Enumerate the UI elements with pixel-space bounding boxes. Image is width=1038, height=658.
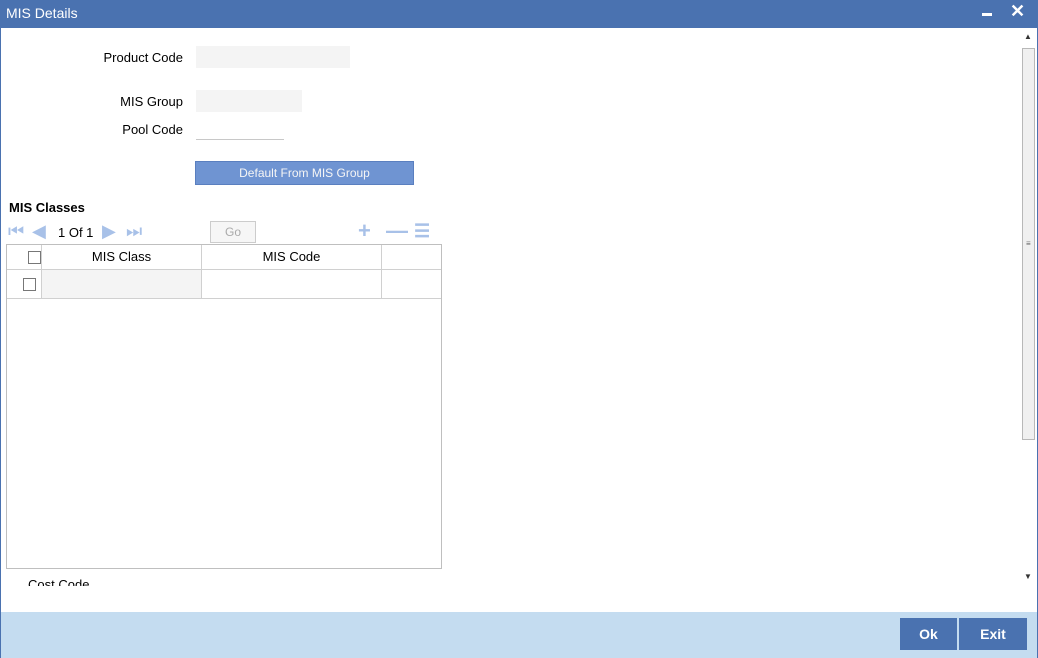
table-header: MIS Class MIS Code	[7, 245, 441, 270]
scrollbar-grip-icon: ≡	[1026, 239, 1031, 248]
mis-class-cell[interactable]	[42, 270, 202, 298]
row-select-cell	[7, 270, 42, 298]
mis-classes-table: MIS Class MIS Code	[6, 244, 442, 569]
go-button[interactable]: Go	[210, 221, 256, 243]
window-title: MIS Details	[6, 5, 78, 21]
select-all-cell	[7, 245, 42, 269]
column-header-mis-class[interactable]: MIS Class	[42, 245, 202, 269]
mis-classes-pager: ⏮ ◀ 1 Of 1 ▶ ⏭ Go + — ☰	[6, 219, 442, 246]
last-page-icon[interactable]: ⏭	[126, 222, 142, 240]
vertical-scrollbar[interactable]: ▲ ≡ ▼	[1020, 30, 1036, 584]
pool-code-field[interactable]	[196, 118, 284, 140]
previous-page-icon[interactable]: ◀	[32, 222, 46, 240]
default-from-mis-group-button[interactable]: Default From MIS Group	[195, 161, 414, 185]
minimize-icon[interactable]	[982, 13, 992, 16]
column-header-extra	[382, 245, 441, 269]
row-checkbox[interactable]	[23, 278, 36, 291]
single-view-icon[interactable]: ☰	[414, 219, 430, 243]
scroll-up-icon[interactable]: ▲	[1024, 32, 1032, 41]
delete-row-icon[interactable]: —	[386, 219, 408, 243]
exit-button[interactable]: Exit	[959, 618, 1027, 650]
close-icon[interactable]: ✕	[1010, 1, 1025, 22]
column-header-mis-code[interactable]: MIS Code	[202, 245, 382, 269]
mis-group-label: MIS Group	[120, 94, 183, 109]
add-row-icon[interactable]: +	[358, 219, 371, 243]
page-indicator: 1 Of 1	[58, 225, 94, 240]
mis-classes-title: MIS Classes	[9, 200, 85, 215]
ok-button[interactable]: Ok	[900, 618, 957, 650]
first-page-icon[interactable]: ⏮	[8, 222, 24, 240]
page-number-input[interactable]	[164, 221, 208, 246]
table-row	[7, 270, 441, 299]
cost-code-label: Cost Code	[28, 577, 90, 586]
title-bar: MIS Details ✕	[0, 0, 1038, 28]
next-page-icon[interactable]: ▶	[102, 222, 116, 240]
extra-cell	[382, 270, 441, 298]
mis-code-cell[interactable]	[202, 270, 382, 298]
product-code-field[interactable]	[196, 46, 350, 68]
footer-bar: Ok Exit	[1, 612, 1037, 658]
product-code-label: Product Code	[103, 50, 184, 65]
mis-group-field[interactable]	[196, 90, 302, 112]
scroll-down-icon[interactable]: ▼	[1024, 572, 1032, 581]
select-all-checkbox[interactable]	[28, 251, 41, 264]
scrollbar-thumb[interactable]: ≡	[1022, 48, 1035, 440]
pool-code-label: Pool Code	[122, 122, 183, 137]
